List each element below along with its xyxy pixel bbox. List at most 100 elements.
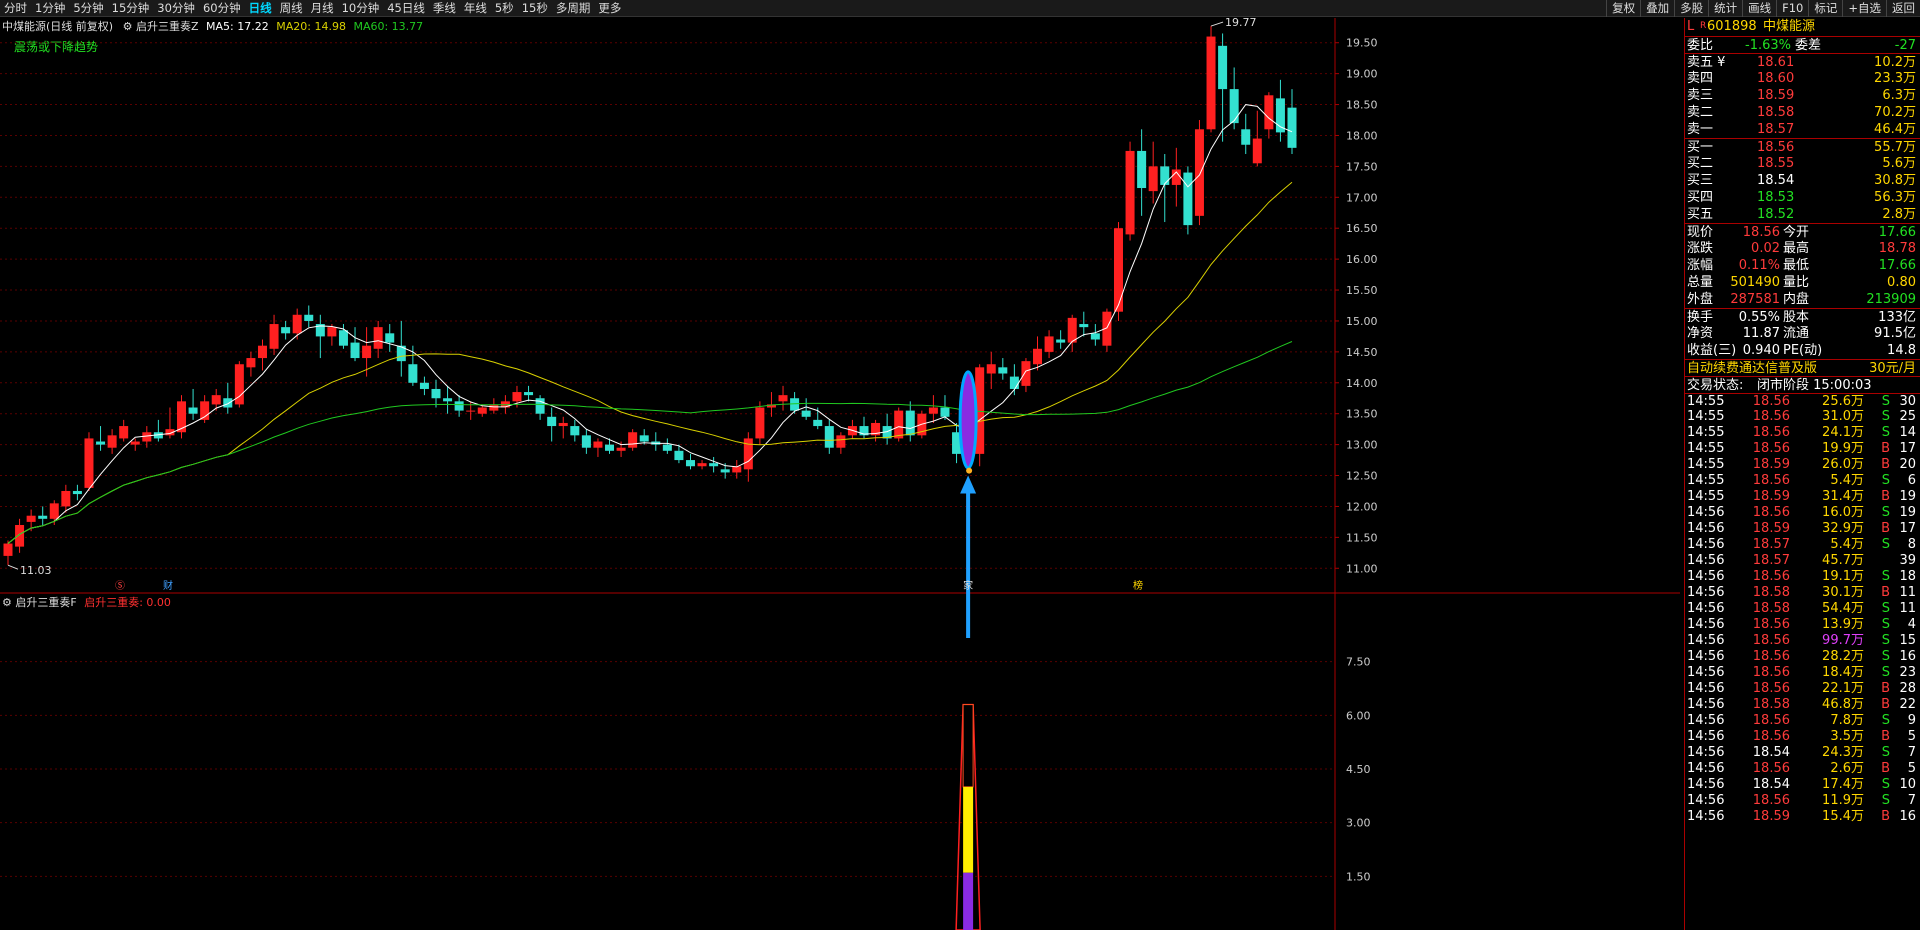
candle-body[interactable] <box>1148 166 1158 192</box>
candle-body[interactable] <box>986 364 996 374</box>
candle-body[interactable] <box>628 432 638 448</box>
candle-body[interactable] <box>292 314 302 334</box>
period-tab[interactable]: 更多 <box>594 0 625 17</box>
candle-body[interactable] <box>894 410 904 439</box>
candle-body[interactable] <box>119 426 129 439</box>
candle-body[interactable] <box>1009 376 1019 389</box>
candle-body[interactable] <box>581 435 591 448</box>
candle-body[interactable] <box>1264 95 1274 130</box>
candle-body[interactable] <box>304 314 314 321</box>
candle-body[interactable] <box>905 410 915 436</box>
candle-body[interactable] <box>107 435 117 448</box>
period-tab[interactable]: 60分钟 <box>199 0 245 17</box>
candle-body[interactable] <box>1194 129 1204 216</box>
candle-body[interactable] <box>454 401 464 411</box>
period-tab[interactable]: 月线 <box>307 0 338 17</box>
candle-body[interactable] <box>1206 36 1216 130</box>
candle-body[interactable] <box>1137 150 1147 189</box>
period-tab[interactable]: 45日线 <box>383 0 429 17</box>
candle-body[interactable] <box>3 543 13 556</box>
candle-body[interactable] <box>269 324 279 349</box>
candle-body[interactable] <box>1160 166 1170 185</box>
period-tab[interactable]: 15秒 <box>518 0 552 17</box>
candle-body[interactable] <box>419 382 429 389</box>
period-tab[interactable]: 季线 <box>429 0 460 17</box>
toolbar-button[interactable]: F10 <box>1776 0 1808 17</box>
candle-body[interactable] <box>662 444 672 451</box>
candle-body[interactable] <box>639 435 649 442</box>
candle-body[interactable] <box>801 410 811 417</box>
candle-body[interactable] <box>362 345 372 359</box>
promo-row[interactable]: 自动续费通达信普及版 30元/月 <box>1685 359 1920 376</box>
candle-body[interactable] <box>26 515 36 522</box>
candle-body[interactable] <box>1183 172 1193 226</box>
toolbar-button[interactable]: 叠加 <box>1640 0 1674 17</box>
candle-body[interactable] <box>350 342 360 359</box>
candle-body[interactable] <box>1218 45 1228 90</box>
candle-body[interactable] <box>813 419 823 427</box>
candle-body[interactable] <box>685 460 695 467</box>
candle-body[interactable] <box>616 447 626 451</box>
candle-body[interactable] <box>1090 333 1100 340</box>
candle-body[interactable] <box>755 407 765 439</box>
toolbar-button[interactable]: 统计 <box>1708 0 1742 17</box>
candle-body[interactable] <box>928 407 938 414</box>
candle-body[interactable] <box>1056 339 1066 343</box>
period-tab[interactable]: 周线 <box>276 0 307 17</box>
period-tab[interactable]: 年线 <box>460 0 491 17</box>
candle-body[interactable] <box>246 358 256 368</box>
candle-body[interactable] <box>674 450 684 461</box>
candle-body[interactable] <box>489 404 499 411</box>
candle-body[interactable] <box>281 327 291 334</box>
candle-body[interactable] <box>130 441 140 445</box>
candle-body[interactable] <box>512 392 522 402</box>
candle-body[interactable] <box>1079 324 1089 328</box>
period-tab[interactable]: 10分钟 <box>338 0 384 17</box>
candle-body[interactable] <box>15 524 25 547</box>
candle-body[interactable] <box>709 463 719 467</box>
candle-body[interactable] <box>211 395 221 405</box>
candle-body[interactable] <box>38 515 48 519</box>
toolbar-button[interactable]: 画线 <box>1742 0 1776 17</box>
candle-body[interactable] <box>824 426 834 448</box>
toolbar-button[interactable]: 返回 <box>1886 0 1920 17</box>
candle-body[interactable] <box>477 407 487 414</box>
candle-body[interactable] <box>96 441 106 445</box>
candle-body[interactable] <box>408 364 418 383</box>
candle-body[interactable] <box>1067 317 1077 343</box>
candle-body[interactable] <box>547 416 557 427</box>
candle-body[interactable] <box>778 395 788 402</box>
candle-body[interactable] <box>84 438 94 488</box>
toolbar-button[interactable]: 复权 <box>1606 0 1640 17</box>
chart-area[interactable]: 中煤能源(日线 前复权) ⚙ 启升三重奏Z MA5: 17.22 MA20: 1… <box>0 18 1680 930</box>
period-tab[interactable]: 多周期 <box>552 0 595 17</box>
candle-body[interactable] <box>257 345 267 359</box>
candle-body[interactable] <box>431 388 441 399</box>
event-mark[interactable]: Ⓢ <box>115 580 125 592</box>
event-mark[interactable]: 财 <box>163 579 173 592</box>
signal-ellipse[interactable] <box>958 370 978 470</box>
event-mark[interactable]: 榜 <box>1133 579 1143 592</box>
candle-body[interactable] <box>443 398 453 402</box>
candle-body[interactable] <box>1287 107 1297 148</box>
candle-body[interactable] <box>998 367 1008 374</box>
candle-body[interactable] <box>466 410 476 412</box>
candle-body[interactable] <box>558 422 568 427</box>
kline-chart[interactable]: 19.50 19.00 18.50 18.00 17.50 17.00 16.50 16.00… <box>0 18 1680 930</box>
candle-body[interactable] <box>570 426 580 436</box>
toolbar-button[interactable]: 多股 <box>1674 0 1708 17</box>
candle-body[interactable] <box>385 333 395 343</box>
candle-body[interactable] <box>836 435 846 448</box>
candle-body[interactable] <box>1252 138 1262 164</box>
candle-body[interactable] <box>720 469 730 473</box>
period-tab[interactable]: 1分钟 <box>31 0 69 17</box>
candle-body[interactable] <box>1044 336 1054 352</box>
candle-body[interactable] <box>593 441 603 448</box>
toolbar-button[interactable]: 标记 <box>1808 0 1842 17</box>
candle-body[interactable] <box>1125 150 1135 235</box>
candle-body[interactable] <box>49 503 59 519</box>
candle-body[interactable] <box>697 463 707 467</box>
candle-body[interactable] <box>524 392 534 396</box>
period-tab[interactable]: 15分钟 <box>108 0 154 17</box>
period-tab[interactable]: 5秒 <box>491 0 518 17</box>
